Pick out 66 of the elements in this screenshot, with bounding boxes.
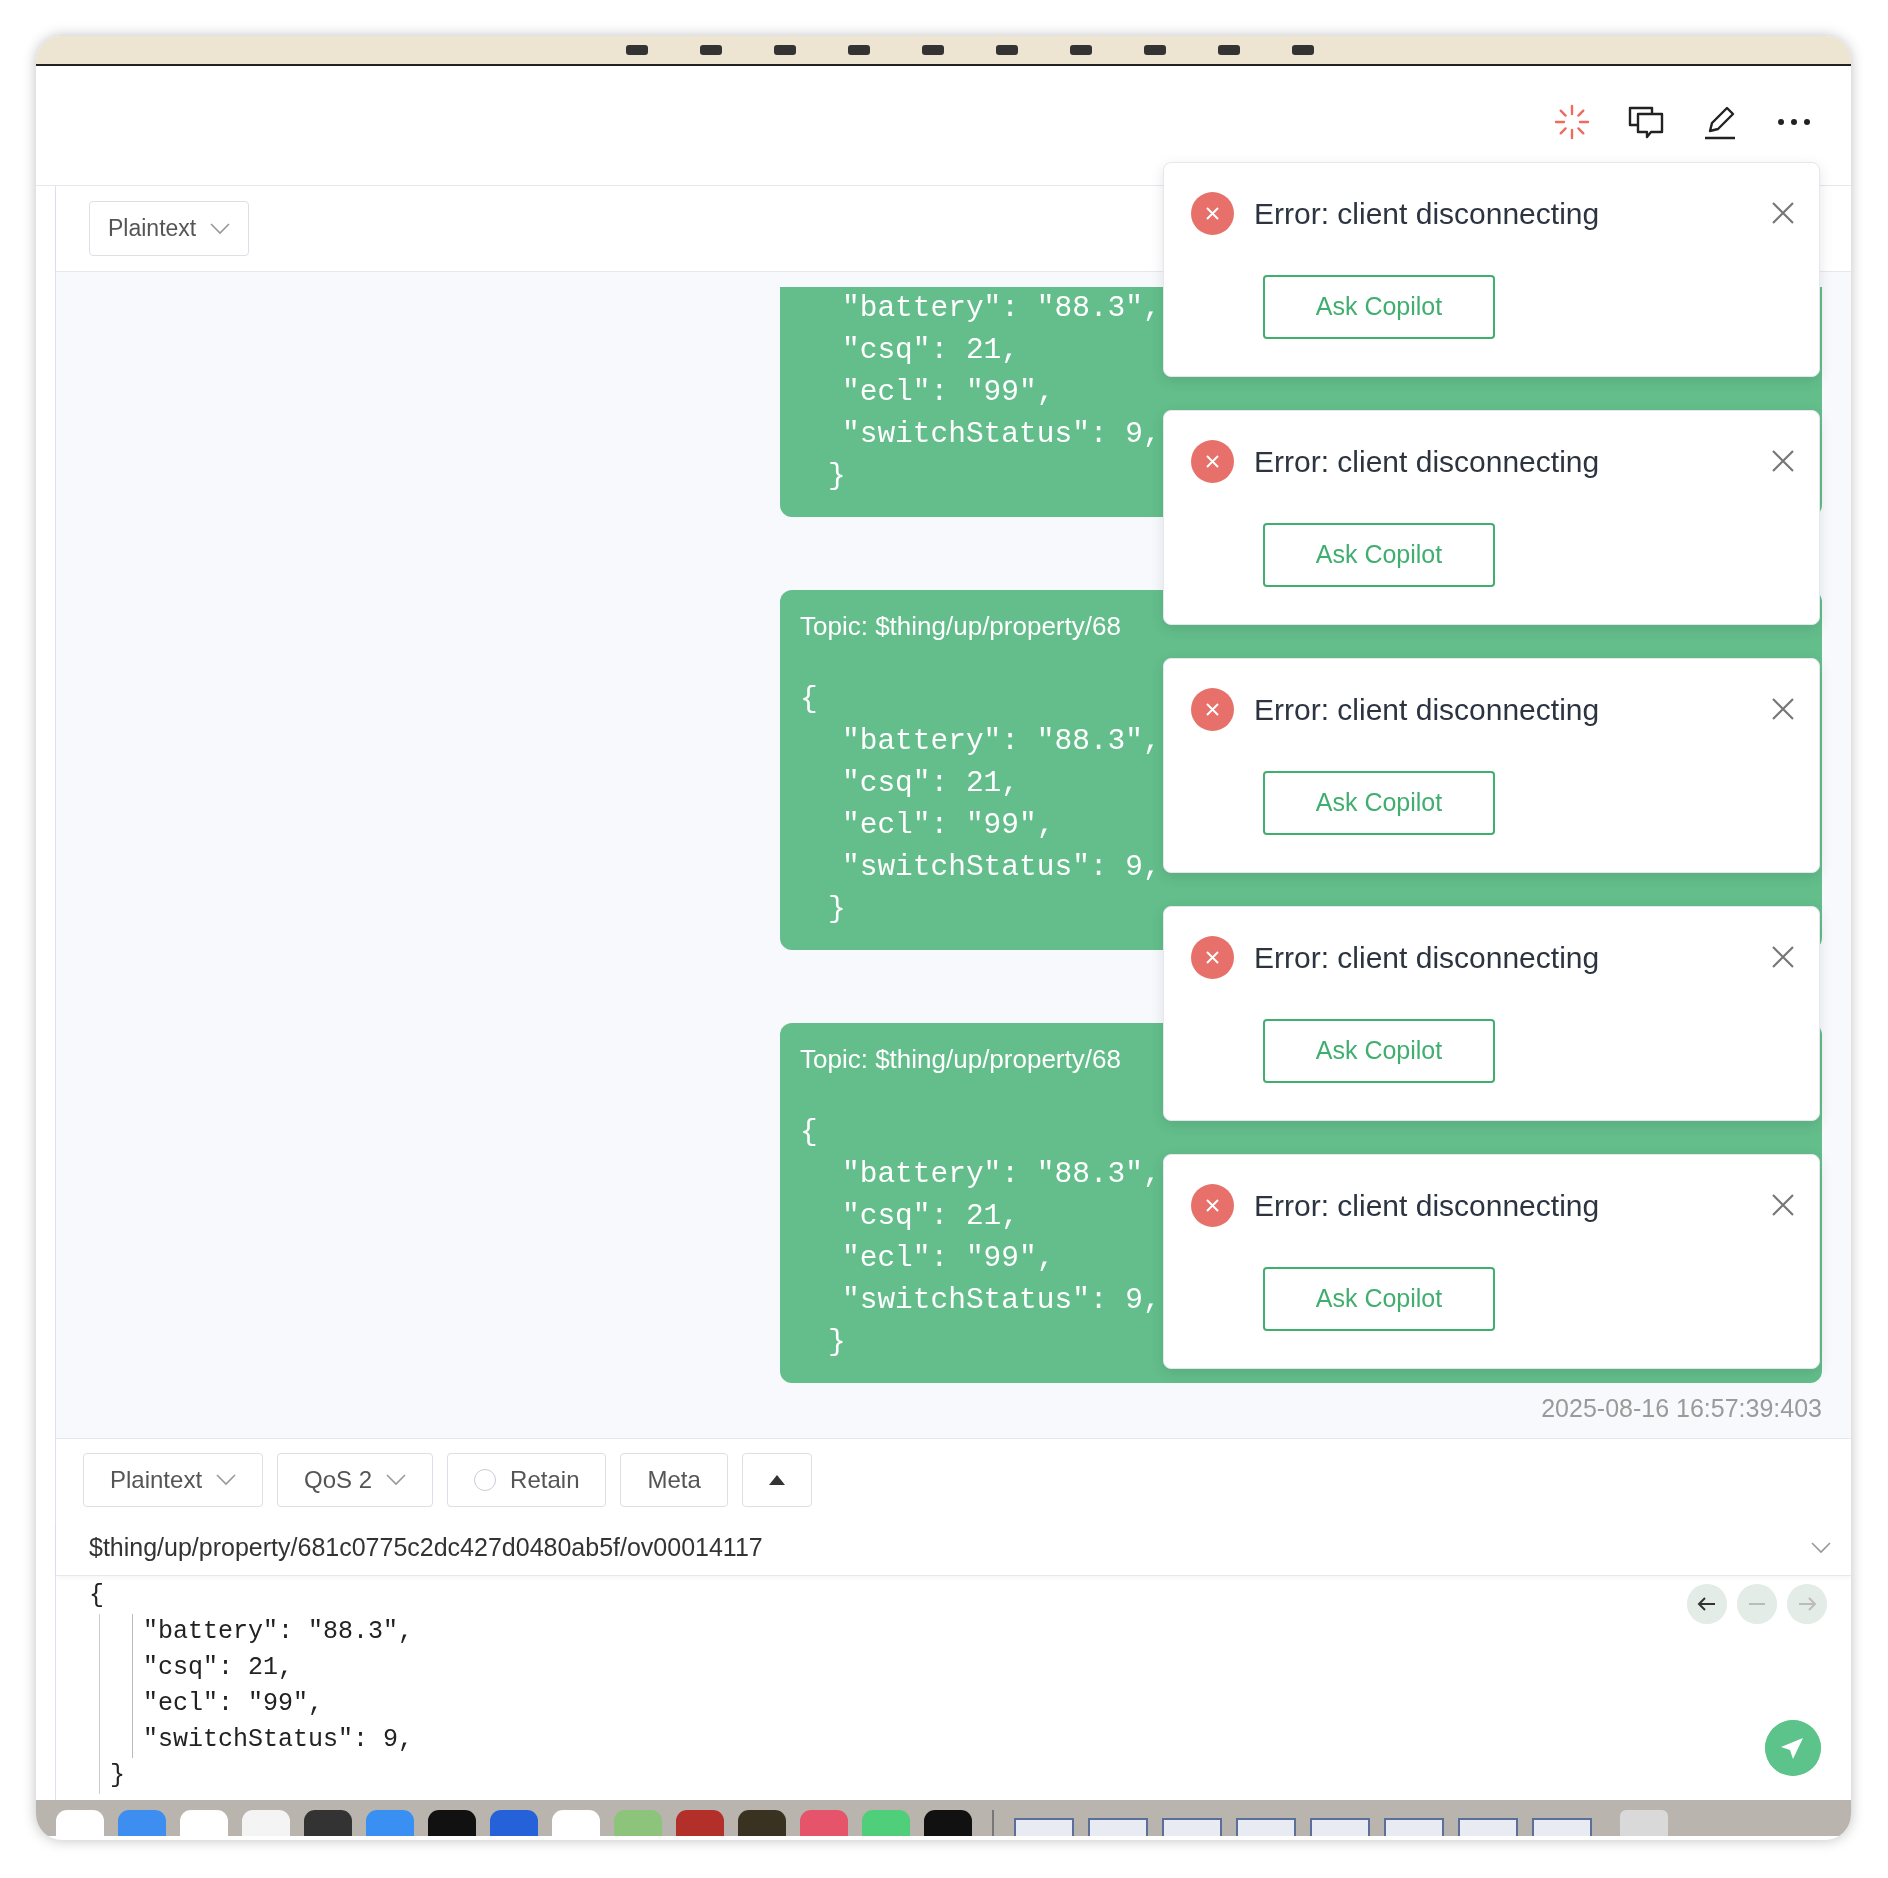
topic-field[interactable]: $thing/up/property/681c0775c2dc427d0480ab5f/ov00014117 — [56, 1521, 1851, 1576]
chevron-down-icon — [216, 1474, 237, 1486]
code-line: "csq": 21, — [841, 765, 1020, 802]
code-line: "battery": "88.3", — [841, 723, 1161, 760]
code-line: "battery": "88.3", — [841, 290, 1161, 327]
code-line: "battery": "88.3", — [841, 1156, 1161, 1193]
toast-message: Error: client disconnecting — [1254, 443, 1601, 480]
code-line: } — [110, 1760, 125, 1792]
loading-icon[interactable] — [1553, 102, 1591, 141]
error-icon — [1191, 935, 1234, 979]
topic-text: Topic: $thing/up/property/68 — [800, 610, 1121, 642]
triangle-up-icon — [768, 1475, 785, 1485]
code-line: "switchStatus": 9, — [841, 849, 1161, 886]
code-line: "ecl": "99", — [132, 1686, 324, 1722]
status-icon — [700, 45, 722, 55]
payload-editor[interactable]: { "battery": "88.3", "csq": 21, "ecl": "99", "switchStatus": 9, } — [56, 1576, 1851, 1800]
error-icon — [1191, 191, 1234, 235]
status-icon — [626, 45, 648, 55]
code-line: } — [827, 458, 846, 495]
topic-text: Topic: $thing/up/property/68 — [800, 1043, 1121, 1075]
format-select[interactable]: Plaintext — [89, 201, 250, 256]
code-line: "switchStatus": 9, — [132, 1722, 414, 1758]
status-icon — [774, 45, 796, 55]
send-button[interactable] — [1765, 1720, 1821, 1776]
qos-select[interactable]: QoS 2 — [277, 1453, 434, 1507]
retain-toggle[interactable]: Retain — [447, 1453, 607, 1507]
code-line: "ecl": "99", — [841, 807, 1055, 844]
toast-message: Error: client disconnecting — [1254, 691, 1601, 728]
code-line: "csq": 21, — [841, 1198, 1020, 1235]
close-icon[interactable] — [1771, 449, 1795, 473]
code-line: } — [827, 891, 846, 928]
close-icon[interactable] — [1771, 697, 1795, 721]
chevron-down-icon[interactable] — [1811, 1542, 1831, 1554]
status-icon — [1218, 45, 1240, 55]
toast-message: Error: client disconnecting — [1254, 1187, 1601, 1224]
format-select[interactable]: Plaintext — [83, 1453, 264, 1507]
code-line: { — [800, 681, 818, 718]
meta-button[interactable]: Meta — [620, 1453, 728, 1507]
error-icon — [1191, 687, 1234, 731]
close-icon[interactable] — [1771, 201, 1795, 225]
status-icon — [1292, 45, 1314, 55]
chevron-down-icon — [386, 1474, 407, 1486]
code-line: { — [800, 1114, 818, 1151]
status-icon — [922, 45, 944, 55]
timestamp: 2025-08-16 16:57:39:403 — [1541, 1393, 1822, 1424]
code-line: } — [827, 1324, 846, 1361]
toast-message: Error: client disconnecting — [1254, 939, 1601, 976]
code-line: "csq": 21, — [841, 332, 1020, 369]
error-icon — [1191, 1183, 1234, 1227]
code-line: "battery": "88.3", — [132, 1614, 414, 1650]
code-line: "switchStatus": 9, — [841, 416, 1161, 453]
close-icon[interactable] — [1771, 945, 1795, 969]
code-line: "csq": 21, — [132, 1650, 294, 1686]
status-icon — [848, 45, 870, 55]
toast-message: Error: client disconnecting — [1254, 195, 1601, 232]
chevron-down-icon — [210, 222, 231, 235]
code-line: "ecl": "99", — [841, 1240, 1055, 1277]
status-icon — [1070, 45, 1092, 55]
error-icon — [1191, 439, 1234, 483]
status-icon — [996, 45, 1018, 55]
code-line: "switchStatus": 9, — [841, 1282, 1161, 1319]
status-icon — [1144, 45, 1166, 55]
code-line: "ecl": "99", — [841, 374, 1055, 411]
expand-button[interactable] — [741, 1453, 812, 1507]
code-line: { — [89, 1580, 104, 1612]
close-icon[interactable] — [1771, 1193, 1795, 1217]
